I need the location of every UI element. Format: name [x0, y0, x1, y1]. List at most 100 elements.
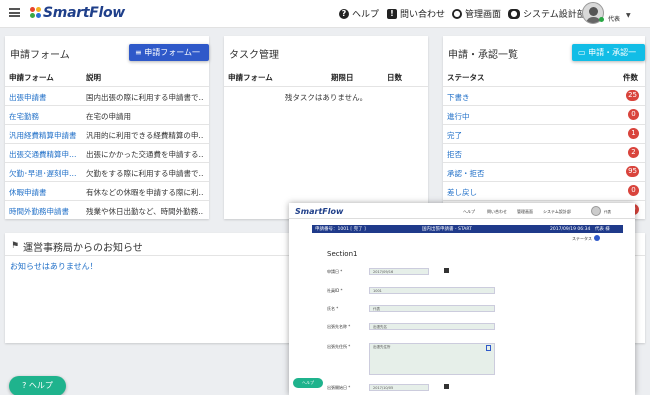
list-icon: ≡: [135, 48, 142, 57]
form-row[interactable]: 時間外勤務申請書 残業や休日出勤など、時間外勤務…: [5, 200, 209, 219]
form-row[interactable]: 休暇申請書 有休などの休暇を申請する際に利…: [5, 181, 209, 200]
preview-title-bar: 申請番号：1001 [ 完了 ] 国内出張申請書 - START 2017/09…: [312, 225, 623, 233]
nav-help[interactable]: ? ヘルプ: [339, 7, 379, 20]
task-card-title: タスク管理: [229, 50, 279, 61]
user-menu-caret-icon[interactable]: ▼: [626, 12, 631, 19]
col-count-header: 件数: [623, 73, 638, 82]
status-link[interactable]: 完了: [447, 130, 462, 141]
col-desc-header: 説明: [86, 73, 101, 82]
form-name-link[interactable]: 汎用経費精算申請書: [9, 130, 77, 141]
form-row[interactable]: 出張申請書 国内出張の際に利用する申請書で…: [5, 86, 209, 105]
form-row[interactable]: 出張交通費精算申… 出張にかかった交通費を申請する…: [5, 143, 209, 162]
hamburger-menu-icon[interactable]: [9, 8, 20, 17]
form-description: 残業や休日出勤など、時間外勤務…: [86, 207, 204, 216]
status-link[interactable]: 承認・拒否: [447, 168, 485, 179]
empty-task-message: 残タスクはありません。: [284, 93, 368, 102]
form-card: 申請フォーム ≡ 申請フォーム一覧 申請フォーム 説明 出張申請書 国内出張の際…: [5, 36, 209, 219]
status-link[interactable]: 進行中: [447, 111, 470, 122]
count-badge: 0: [628, 109, 639, 120]
task-card: タスク管理 申請フォーム 期限日 日数 残タスクはありません。: [224, 36, 428, 219]
preview-copy-icon: [486, 345, 491, 351]
col-form-header: 申請フォーム: [9, 73, 54, 82]
preview-field-label: 出張開始日 *: [327, 385, 351, 390]
nav-admin[interactable]: ● 管理画面: [452, 7, 501, 20]
form-description: 有休などの休暇を申請する際に利…: [86, 188, 204, 197]
status-row[interactable]: 進行中 0: [443, 105, 645, 124]
help-button-label: ヘルプ: [28, 381, 53, 390]
col-days-header: 日数: [387, 73, 402, 82]
nav-admin-label: 管理画面: [465, 10, 502, 20]
approval-list-button[interactable]: ▭ 申請・承認一覧: [572, 44, 645, 74]
notice-empty-message: お知らせはありません！: [10, 262, 98, 271]
count-badge: 25: [626, 90, 639, 101]
form-row[interactable]: 汎用経費精算申請書 汎用的に利用できる経費精算の申…: [5, 124, 209, 143]
form-card-title: 申請フォーム: [10, 50, 70, 61]
form-description: 在宅の申請用: [86, 112, 131, 121]
status-row[interactable]: 差し戻し 0: [443, 181, 645, 200]
form-name-link[interactable]: 時間外勤務申請書: [9, 206, 69, 217]
status-row[interactable]: 拒否 2: [443, 143, 645, 162]
preview-request-number: 申請番号：1001 [ 完了 ]: [315, 227, 366, 232]
preview-status-icon: [594, 235, 600, 241]
count-badge: 0: [628, 185, 639, 196]
admin-user-icon: ●: [452, 8, 462, 19]
form-row[interactable]: 在宅勤務 在宅の申請用: [5, 105, 209, 124]
preview-field-value: 2017/09/16: [369, 268, 429, 275]
preview-field-label: 氏名 *: [327, 306, 339, 311]
preview-nav-help: ヘルプ: [463, 209, 475, 214]
form-description: 出張にかかった交通費を申請する…: [86, 150, 204, 159]
preview-section-title: Section1: [327, 250, 358, 258]
col-form-header: 申請フォーム: [228, 73, 273, 82]
status-row[interactable]: 完了 1: [443, 124, 645, 143]
preview-form-title: 国内出張申請書 - START: [422, 227, 472, 232]
status-link[interactable]: 差し戻し: [447, 187, 477, 198]
preview-nav-inquiry: 問い合わせ: [487, 209, 507, 214]
app-logo-text[interactable]: SmartFlow: [43, 5, 125, 21]
help-circle-icon: ?: [339, 8, 349, 19]
nav-department[interactable]: ● システム設計部: [508, 7, 586, 20]
help-floating-button[interactable]: ? ヘルプ: [9, 376, 66, 395]
help-circle-icon: ?: [22, 381, 27, 390]
preview-nav-admin: 管理画面: [517, 209, 533, 214]
form-row[interactable]: 欠勤･早退･遅刻申… 欠勤をする際に利用する申請書で…: [5, 162, 209, 181]
preview-field-value: 代表: [369, 305, 495, 312]
status-row[interactable]: 承認・拒否 95: [443, 162, 645, 181]
preview-field-value: 出張先住所: [369, 343, 495, 375]
megaphone-icon: ⚑: [11, 241, 20, 251]
approval-card-title: 申請・承認一覧: [448, 50, 518, 61]
col-status-header: ステータス: [447, 73, 485, 82]
form-description: 汎用的に利用できる経費精算の申…: [86, 131, 204, 140]
smartflow-logo-icon: [30, 7, 42, 19]
col-due-header: 期限日: [331, 73, 354, 82]
list-icon: ▭: [578, 48, 586, 57]
preview-field-label: 出張先住所 *: [327, 344, 351, 349]
preview-timestamp: 2017/09/19 06:34 代表 様: [550, 227, 610, 232]
preview-calendar-icon: [444, 384, 449, 389]
preview-field-label: 出張先名称 *: [327, 324, 351, 329]
inquiry-icon: !: [387, 8, 397, 19]
preview-field-value: 2017/10/05: [369, 384, 429, 391]
user-name[interactable]: 代表: [608, 14, 620, 23]
form-preview-screenshot: SmartFlow ヘルプ 問い合わせ 管理画面 システム設計部 代表 申請番号…: [289, 203, 635, 395]
nav-inquiry[interactable]: ! 問い合わせ: [387, 7, 445, 20]
empty-task-row: 残タスクはありません。: [224, 86, 428, 105]
form-list-button[interactable]: ≡ 申請フォーム一覧: [129, 44, 209, 74]
preview-status-link: ステータス: [572, 236, 592, 241]
status-link[interactable]: 下書き: [447, 92, 470, 103]
form-list-button-label: 申請フォーム一覧: [135, 48, 201, 74]
form-name-link[interactable]: 在宅勤務: [9, 111, 39, 122]
preview-nav-department: システム設計部: [543, 209, 571, 214]
form-name-link[interactable]: 出張申請書: [9, 92, 47, 103]
form-name-link[interactable]: 欠勤･早退･遅刻申…: [9, 168, 77, 179]
nav-inquiry-label: 問い合わせ: [400, 10, 446, 20]
form-name-link[interactable]: 出張交通費精算申…: [9, 149, 77, 160]
nav-help-label: ヘルプ: [352, 10, 380, 20]
status-link[interactable]: 拒否: [447, 149, 462, 160]
preview-field-value: 出張先名: [369, 323, 495, 330]
form-name-link[interactable]: 休暇申請書: [9, 187, 47, 198]
preview-calendar-icon: [444, 268, 449, 273]
preview-field-value: 1001: [369, 287, 495, 294]
nav-department-label: システム設計部: [523, 10, 586, 20]
status-row[interactable]: 下書き 25: [443, 86, 645, 105]
form-description: 欠勤をする際に利用する申請書で…: [86, 169, 204, 178]
